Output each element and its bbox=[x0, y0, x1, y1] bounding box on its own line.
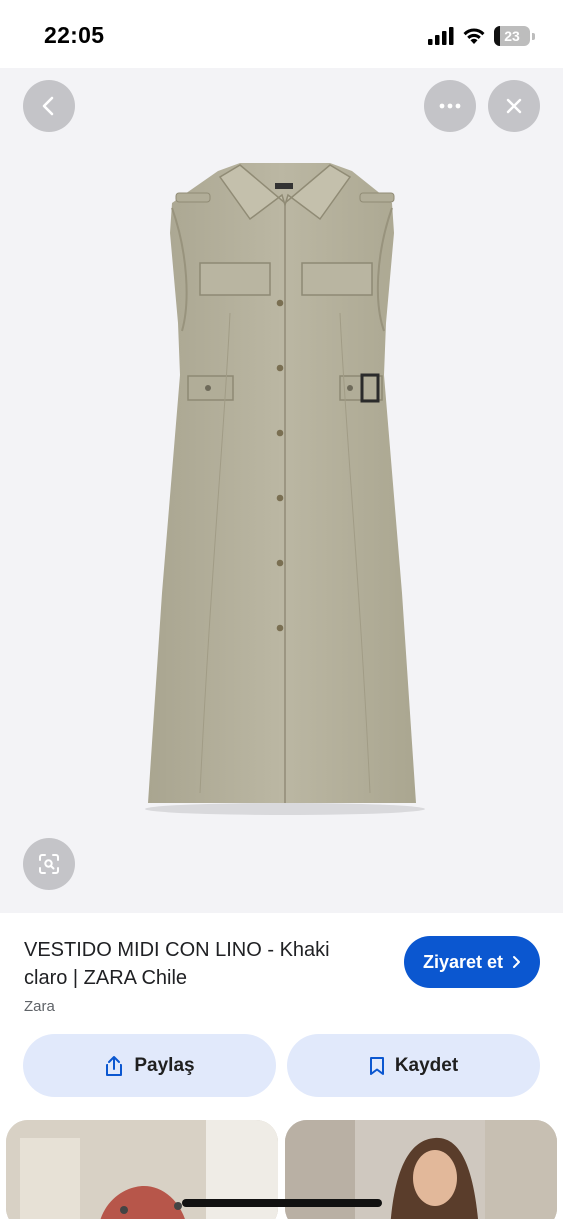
wifi-icon bbox=[463, 28, 485, 44]
home-indicator[interactable] bbox=[182, 1199, 382, 1207]
chevron-right-icon bbox=[513, 956, 521, 968]
close-icon bbox=[506, 98, 522, 114]
visit-button-label: Ziyaret et bbox=[422, 951, 504, 972]
signal-icon bbox=[428, 27, 454, 45]
bookmark-icon bbox=[369, 1056, 384, 1075]
back-button[interactable] bbox=[23, 80, 75, 132]
status-bar: 22:05 23 bbox=[0, 0, 563, 68]
save-button-label: Kaydet bbox=[394, 1054, 459, 1076]
save-button[interactable]: Kaydet bbox=[287, 1034, 540, 1097]
image-viewer[interactable] bbox=[0, 68, 563, 913]
battery-level: 23 bbox=[504, 28, 520, 44]
product-title[interactable]: VESTIDO MIDI CON LINO - Khaki claro | ZA… bbox=[24, 936, 374, 992]
battery-indicator: 23 bbox=[494, 26, 530, 46]
visit-button[interactable]: Ziyaret et bbox=[404, 936, 540, 988]
status-time: 22:05 bbox=[44, 22, 105, 48]
lens-button[interactable] bbox=[23, 838, 75, 890]
share-button[interactable]: Paylaş bbox=[23, 1034, 276, 1097]
status-icons: 23 bbox=[428, 24, 535, 48]
lens-search-icon bbox=[39, 854, 59, 874]
more-options-button[interactable] bbox=[424, 80, 476, 132]
share-icon bbox=[106, 1055, 123, 1076]
product-image bbox=[145, 163, 425, 815]
product-source: Zara bbox=[24, 998, 55, 1015]
more-horizontal-icon bbox=[439, 103, 461, 109]
close-button[interactable] bbox=[488, 80, 540, 132]
chevron-left-icon bbox=[42, 96, 54, 116]
share-button-label: Paylaş bbox=[134, 1054, 195, 1076]
